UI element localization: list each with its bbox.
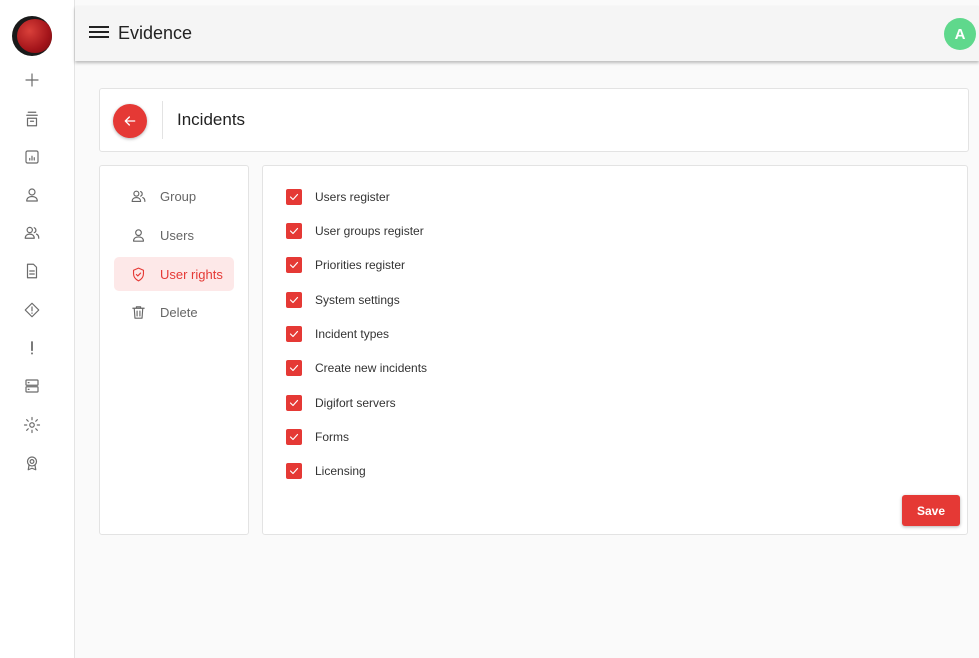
side-item-label: Users (160, 227, 194, 243)
exclamation-icon[interactable] (20, 336, 44, 360)
side-item-label: User rights (160, 266, 223, 282)
app-title: Evidence (118, 23, 193, 43)
checkbox-checked[interactable] (286, 326, 302, 342)
checkbox-checked[interactable] (286, 257, 302, 273)
side-item-users[interactable]: Users (114, 218, 234, 252)
check-icon (289, 227, 299, 235)
permission-label: User groups register (315, 224, 424, 238)
permission-checkbox-user-groups-register[interactable]: User groups register (286, 221, 424, 241)
arrow-left-icon (124, 116, 136, 126)
user-avatar[interactable]: A (944, 18, 976, 50)
hamburger-menu-icon[interactable] (89, 23, 109, 43)
permission-checkbox-create-new-incidents[interactable]: Create new incidents (286, 358, 427, 378)
permission-checkbox-users-register[interactable]: Users register (286, 187, 390, 207)
user-icon[interactable] (20, 183, 44, 207)
archive-icon[interactable] (20, 107, 44, 131)
header-divider (162, 101, 163, 139)
document-icon[interactable] (20, 259, 44, 283)
plus-icon[interactable] (20, 68, 44, 92)
check-icon (289, 296, 299, 304)
check-icon (289, 261, 299, 269)
top-app-bar: Evidence A (75, 6, 979, 61)
check-icon (289, 193, 299, 201)
permission-checkbox-digifort-servers[interactable]: Digifort servers (286, 393, 396, 413)
side-item-group[interactable]: Group (114, 179, 234, 213)
check-icon (289, 364, 299, 372)
report-icon[interactable] (20, 145, 44, 169)
permission-checkbox-priorities-register[interactable]: Priorities register (286, 255, 405, 275)
server-icon[interactable] (20, 374, 44, 398)
trash-icon (128, 302, 148, 322)
permission-label: Digifort servers (315, 396, 396, 410)
check-icon (289, 330, 299, 338)
nav-rail (0, 0, 75, 658)
permission-checkbox-licensing[interactable]: Licensing (286, 461, 366, 481)
permission-checkbox-forms[interactable]: Forms (286, 427, 349, 447)
checkbox-checked[interactable] (286, 292, 302, 308)
settings-side-menu: Group Users User rights Delete (99, 165, 249, 535)
checkbox-checked[interactable] (286, 360, 302, 376)
permission-checkbox-system-settings[interactable]: System settings (286, 290, 400, 310)
permission-label: Licensing (315, 464, 366, 478)
gear-icon[interactable] (20, 413, 44, 437)
shield-check-icon (128, 264, 148, 284)
checkbox-checked[interactable] (286, 395, 302, 411)
page-header-card: Incidents (99, 88, 969, 152)
check-icon (289, 399, 299, 407)
permission-label: Priorities register (315, 258, 406, 272)
side-item-delete[interactable]: Delete (114, 295, 234, 329)
warning-diamond-icon[interactable] (20, 298, 44, 322)
permission-label: Forms (315, 430, 349, 444)
app-logo[interactable] (12, 16, 52, 56)
check-icon (289, 467, 299, 475)
permission-label: Users register (315, 190, 390, 204)
side-item-user-rights[interactable]: User rights (114, 257, 234, 291)
check-icon (289, 433, 299, 441)
checkbox-checked[interactable] (286, 429, 302, 445)
permission-label: System settings (315, 293, 400, 307)
badge-icon[interactable] (20, 451, 44, 475)
permission-label: Create new incidents (315, 361, 428, 375)
users-icon[interactable] (20, 221, 44, 245)
checkbox-checked[interactable] (286, 189, 302, 205)
checkbox-checked[interactable] (286, 223, 302, 239)
checkbox-checked[interactable] (286, 463, 302, 479)
user-icon (128, 225, 148, 245)
user-rights-panel: Users register User groups register Prio… (262, 165, 968, 535)
side-item-label: Delete (160, 304, 198, 320)
side-item-label: Group (160, 188, 197, 204)
save-button[interactable]: Save (902, 495, 960, 526)
permission-checkbox-incident-types[interactable]: Incident types (286, 324, 389, 344)
page-title: Incidents (177, 110, 246, 129)
permission-label: Incident types (315, 327, 390, 341)
back-button[interactable] (113, 104, 147, 138)
users-icon (128, 186, 148, 206)
